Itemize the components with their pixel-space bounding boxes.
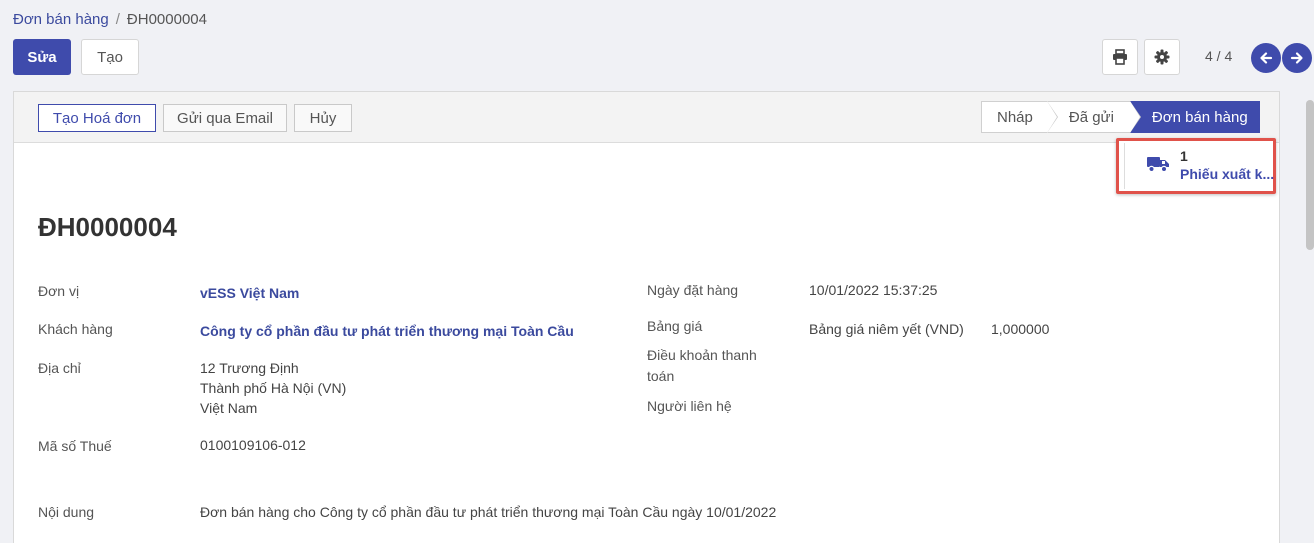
breadcrumb-current: ĐH0000004 bbox=[126, 11, 207, 28]
stage-pipeline: Nháp Đã gửi Đơn bán hàng bbox=[981, 101, 1260, 133]
send-email-button[interactable]: Gửi qua Email bbox=[163, 104, 287, 132]
stage-draft-label: Nháp bbox=[997, 108, 1033, 126]
breadcrumb-separator: / bbox=[115, 11, 120, 28]
status-bar: Tạo Hoá đơn Gửi qua Email Hủy Nháp Đã gử… bbox=[14, 92, 1279, 143]
breadcrumb-parent-link[interactable]: Đơn bán hàng bbox=[13, 11, 109, 28]
customer-value[interactable]: Công ty cổ phần đầu tư phát triển thương… bbox=[200, 321, 574, 341]
order-date-label: Ngày đặt hàng bbox=[647, 282, 739, 298]
customer-label: Khách hàng bbox=[38, 321, 113, 337]
gear-icon bbox=[1154, 49, 1170, 65]
arrow-left-icon bbox=[1260, 52, 1273, 64]
delivery-smart-button[interactable]: 1 Phiếu xuất k... bbox=[1116, 138, 1276, 194]
create-button[interactable]: Tạo bbox=[81, 39, 139, 75]
company-label: Đơn vị bbox=[38, 283, 80, 299]
tax-id-value: 0100109106-012 bbox=[200, 437, 306, 453]
pricelist-value[interactable]: Bảng giá niêm yết (VND) bbox=[809, 319, 964, 339]
form-sheet: Tạo Hoá đơn Gửi qua Email Hủy Nháp Đã gử… bbox=[13, 91, 1280, 543]
stage-sent[interactable]: Đã gửi bbox=[1046, 101, 1141, 133]
company-value[interactable]: vESS Việt Nam bbox=[200, 283, 299, 303]
pager-value[interactable]: 4 / 4 bbox=[1205, 48, 1232, 64]
pricelist-label: Bảng giá bbox=[647, 318, 703, 334]
tax-id-label: Mã số Thuế bbox=[38, 438, 112, 454]
payment-terms-label-line-2: toán bbox=[647, 368, 675, 384]
address-line-1: 12 Trương Định bbox=[200, 360, 299, 376]
breadcrumb: Đơn bán hàng / ĐH0000004 bbox=[13, 11, 207, 28]
scrollbar-thumb[interactable] bbox=[1306, 100, 1314, 250]
order-date-value: 10/01/2022 15:37:25 bbox=[809, 282, 938, 298]
pager-next-button[interactable] bbox=[1282, 43, 1312, 73]
truck-icon bbox=[1147, 157, 1169, 173]
address-line-3: Việt Nam bbox=[200, 400, 258, 416]
address-line-2: Thành phố Hà Nội (VN) bbox=[200, 380, 347, 396]
arrow-right-icon bbox=[1290, 52, 1303, 64]
stage-sale-order-label: Đơn bán hàng bbox=[1151, 108, 1248, 126]
print-button[interactable] bbox=[1102, 39, 1138, 75]
edit-button[interactable]: Sửa bbox=[13, 39, 71, 75]
settings-button[interactable] bbox=[1144, 39, 1180, 75]
stage-sent-label: Đã gửi bbox=[1068, 108, 1114, 126]
stage-sale-order[interactable]: Đơn bán hàng bbox=[1129, 101, 1260, 133]
record-title: ĐH0000004 bbox=[38, 212, 177, 242]
content-value: Đơn bán hàng cho Công ty cổ phần đầu tư … bbox=[200, 504, 777, 520]
delivery-label: Phiếu xuất k... bbox=[1180, 166, 1275, 182]
pager-previous-button[interactable] bbox=[1251, 43, 1281, 73]
pricelist-rate: 1,000000 bbox=[991, 321, 1050, 337]
contact-label: Người liên hệ bbox=[647, 398, 732, 414]
payment-terms-label-line-1: Điều khoản thanh bbox=[647, 347, 757, 363]
create-invoice-button[interactable]: Tạo Hoá đơn bbox=[38, 104, 156, 132]
delivery-count: 1 bbox=[1180, 148, 1188, 164]
cancel-order-button[interactable]: Hủy bbox=[294, 104, 352, 132]
address-label: Địa chỉ bbox=[38, 360, 81, 376]
content-label: Nội dung bbox=[38, 504, 95, 520]
printer-icon bbox=[1113, 49, 1127, 65]
stage-draft[interactable]: Nháp bbox=[981, 101, 1058, 133]
